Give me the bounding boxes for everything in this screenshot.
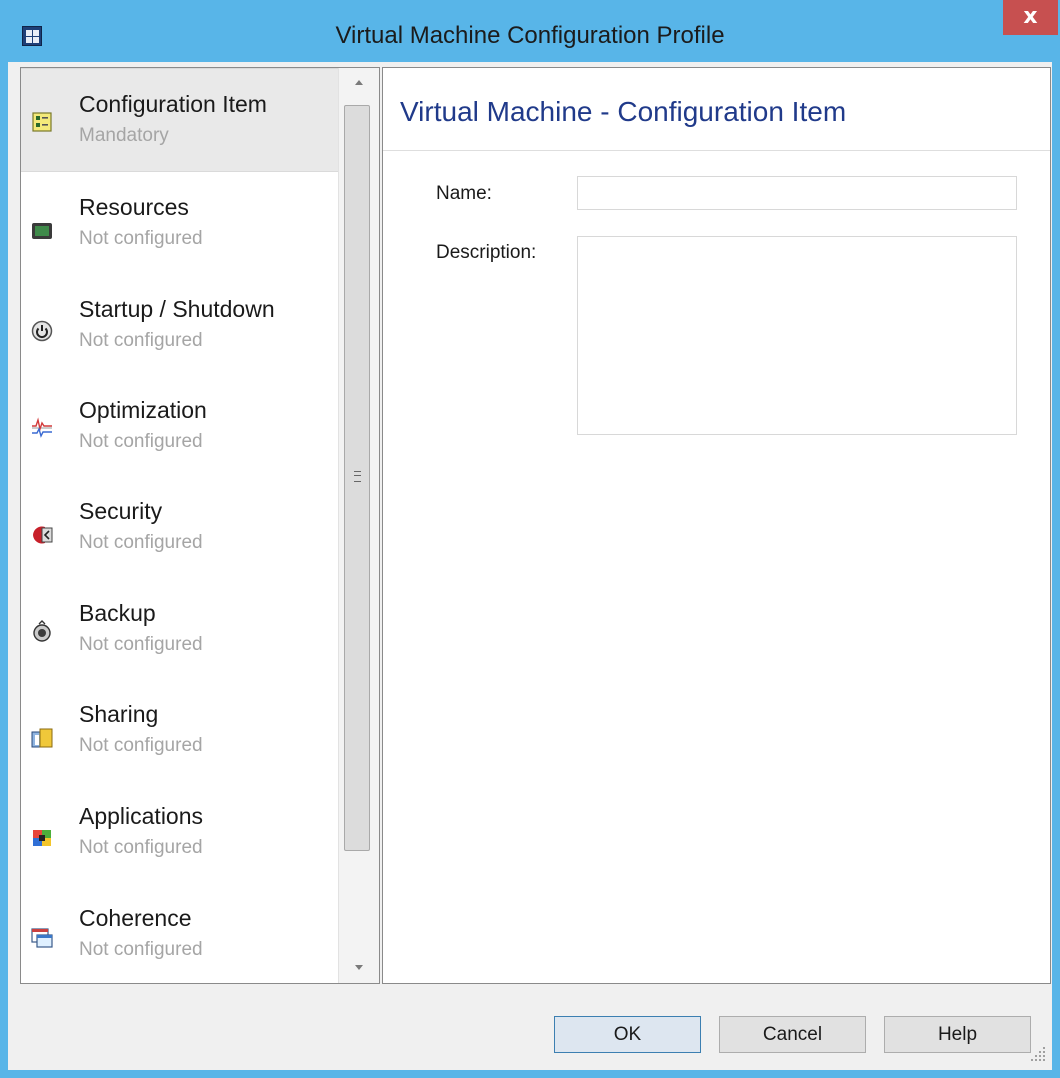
description-label: Description: <box>436 242 537 263</box>
sidebar-item-optimization[interactable]: Optimization Not configured <box>21 375 338 475</box>
sidebar-item-security[interactable]: Security Not configured <box>21 476 338 576</box>
resize-grip-icon[interactable] <box>1026 1042 1048 1064</box>
power-icon <box>31 320 53 342</box>
sidebar-item-startup-shutdown[interactable]: Startup / Shutdown Not configured <box>21 274 338 374</box>
sidebar: Configuration Item Mandatory Resources N… <box>20 67 380 984</box>
name-label: Name: <box>436 183 492 204</box>
sidebar-item-status: Not configured <box>79 837 203 858</box>
sidebar-item-label: Coherence <box>79 905 192 931</box>
sidebar-item-label: Backup <box>79 600 156 626</box>
dialog-body: Configuration Item Mandatory Resources N… <box>8 62 1052 1070</box>
sidebar-item-label: Optimization <box>79 397 207 423</box>
sidebar-item-label: Configuration Item <box>79 91 267 117</box>
coherence-icon <box>31 928 53 948</box>
content-panel: Virtual Machine - Configuration Item Nam… <box>382 67 1051 984</box>
page-title: Virtual Machine - Configuration Item <box>400 96 847 127</box>
arrow-up-icon <box>355 80 363 85</box>
security-icon <box>33 526 53 544</box>
sidebar-item-sharing[interactable]: Sharing Not configured <box>21 679 338 779</box>
sidebar-item-label: Startup / Shutdown <box>79 296 275 322</box>
grip-icon <box>354 471 361 482</box>
ok-button[interactable]: OK <box>554 1016 701 1053</box>
scroll-down-button[interactable] <box>339 953 379 983</box>
backup-icon <box>33 620 51 642</box>
help-button[interactable]: Help <box>884 1016 1031 1053</box>
configuration-item-icon <box>32 112 52 132</box>
close-button[interactable]: x <box>1003 0 1058 35</box>
sidebar-item-status: Mandatory <box>79 125 169 146</box>
scroll-up-button[interactable] <box>339 68 379 98</box>
sidebar-item-label: Sharing <box>79 701 159 727</box>
sidebar-item-resources[interactable]: Resources Not configured <box>21 172 338 272</box>
title-bar[interactable]: Virtual Machine Configuration Profile x <box>0 0 1060 62</box>
sidebar-item-coherence[interactable]: Coherence Not configured <box>21 883 338 983</box>
optimization-icon <box>32 417 52 438</box>
dialog-window: Virtual Machine Configuration Profile x … <box>0 0 1060 1078</box>
cancel-button[interactable]: Cancel <box>719 1016 866 1053</box>
sidebar-item-status: Not configured <box>79 431 203 452</box>
sidebar-item-backup[interactable]: Backup Not configured <box>21 578 338 678</box>
sidebar-item-status: Not configured <box>79 735 203 756</box>
sidebar-item-status: Not configured <box>79 532 203 553</box>
sharing-icon <box>31 728 53 748</box>
sidebar-item-status: Not configured <box>79 228 203 249</box>
sidebar-item-label: Resources <box>79 194 189 220</box>
sidebar-scrollbar[interactable] <box>338 68 379 983</box>
sidebar-item-status: Not configured <box>79 939 203 960</box>
name-field[interactable] <box>577 176 1017 210</box>
description-field[interactable] <box>577 236 1017 435</box>
content-header: Virtual Machine - Configuration Item <box>383 68 1050 151</box>
sidebar-item-configuration-item[interactable]: Configuration Item Mandatory <box>21 68 338 172</box>
sidebar-item-status: Not configured <box>79 634 203 655</box>
sidebar-item-label: Security <box>79 498 163 524</box>
arrow-down-icon <box>355 965 363 970</box>
sidebar-item-status: Not configured <box>79 330 203 351</box>
scrollbar-thumb[interactable] <box>344 105 370 851</box>
sidebar-item-label: Applications <box>79 803 204 829</box>
resources-icon <box>32 223 52 239</box>
window-title: Virtual Machine Configuration Profile <box>335 22 725 49</box>
applications-icon <box>33 830 51 846</box>
sidebar-item-applications[interactable]: Applications Not configured <box>21 781 338 881</box>
